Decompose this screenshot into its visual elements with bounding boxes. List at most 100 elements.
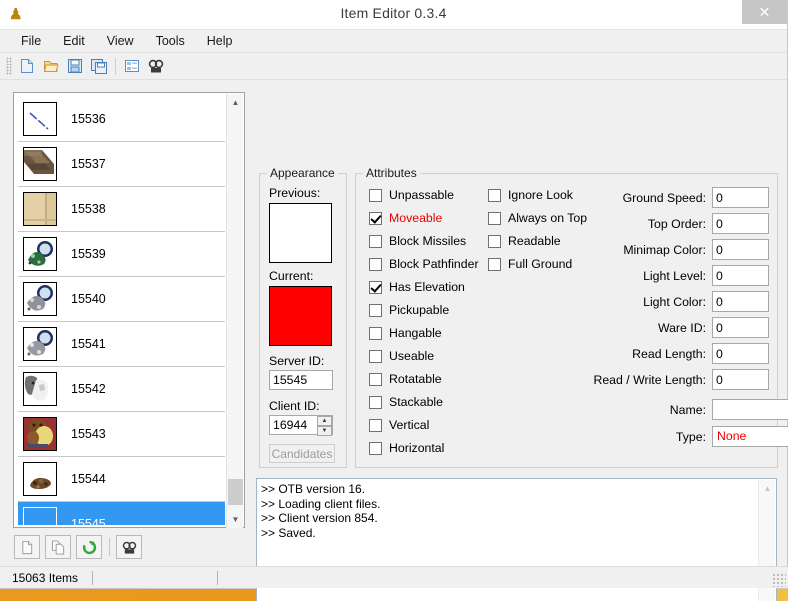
ware-id-input[interactable] [712, 317, 769, 338]
field-light-color: Light Color: [546, 291, 769, 312]
type-combobox[interactable]: None ▼ [712, 426, 788, 447]
light-color-input[interactable] [712, 291, 769, 312]
read-write-length-input[interactable] [712, 369, 769, 390]
checkbox-useable[interactable]: Useable [369, 349, 434, 363]
checkbox-box[interactable] [369, 372, 382, 386]
ground-speed-input[interactable] [712, 187, 769, 208]
checkbox-label: Unpassable [389, 188, 454, 202]
checkbox-box[interactable] [369, 349, 382, 363]
field-ware-id: Ware ID: [546, 317, 769, 338]
new-button[interactable] [15, 55, 39, 78]
list-item[interactable]: 15544 [18, 457, 225, 502]
light-level-input[interactable] [712, 265, 769, 286]
checkbox-moveable[interactable]: Moveable [369, 211, 442, 225]
menu-tools[interactable]: Tools [145, 31, 196, 51]
new-item-button[interactable] [14, 535, 40, 559]
scroll-up-icon[interactable]: ▲ [759, 480, 776, 497]
client-id-spin-buttons[interactable]: ▲ ▼ [317, 416, 332, 436]
checkbox-box[interactable] [369, 257, 382, 271]
creature-bear-sprite [24, 418, 56, 450]
checkbox-label: Has Elevation [389, 280, 465, 294]
menu-help[interactable]: Help [196, 31, 244, 51]
item-list[interactable]: 15536 15537 15538 15539 15540 15541 1554… [18, 97, 225, 525]
desktop-background: ♟ Item Editor 0.3.4 ✕ File Edit View Too… [0, 0, 788, 601]
list-item[interactable]: 15540 [18, 277, 225, 322]
checkbox-box[interactable] [488, 234, 501, 248]
checkbox-box[interactable] [369, 234, 382, 248]
list-item[interactable]: 15543 [18, 412, 225, 457]
checkbox-box[interactable] [369, 211, 382, 225]
checkbox-box[interactable] [369, 303, 382, 317]
checkbox-unpassable[interactable]: Unpassable [369, 188, 454, 202]
checkbox-has-elevation[interactable]: Has Elevation [369, 280, 465, 294]
checkbox-rotatable[interactable]: Rotatable [369, 372, 442, 386]
scroll-down-icon[interactable]: ▼ [227, 511, 244, 528]
checkbox-stackable[interactable]: Stackable [369, 395, 443, 409]
resize-grip[interactable] [772, 573, 786, 587]
properties-button[interactable] [120, 55, 144, 78]
server-id-input[interactable] [269, 370, 333, 390]
title-bar: ♟ Item Editor 0.3.4 ✕ [0, 0, 787, 30]
field-label: Read Length: [632, 346, 706, 361]
list-item[interactable]: 15538 [18, 187, 225, 232]
candidates-button[interactable]: Candidates [269, 444, 335, 463]
duplicate-item-button[interactable] [45, 535, 71, 559]
checkbox-box[interactable] [369, 326, 382, 340]
toolbar-grip[interactable] [6, 57, 12, 75]
scroll-up-icon[interactable]: ▲ [227, 94, 244, 111]
checkbox-vertical[interactable]: Vertical [369, 418, 429, 432]
checkbox-box[interactable] [488, 211, 501, 225]
checkbox-label: Useable [389, 349, 435, 363]
checkbox-box[interactable] [369, 188, 382, 202]
item-id: 15542 [71, 382, 106, 396]
checkbox-box[interactable] [488, 188, 501, 202]
save-button[interactable] [63, 55, 87, 78]
checkbox-block-pathfinder[interactable]: Block Pathfinder [369, 257, 479, 271]
checkbox-box[interactable] [369, 280, 382, 294]
list-item[interactable]: 15541 [18, 322, 225, 367]
menu-view[interactable]: View [96, 31, 145, 51]
checkbox-block-missiles[interactable]: Block Missiles [369, 234, 466, 248]
checkbox-hangable[interactable]: Hangable [369, 326, 442, 340]
scrollbar-thumb[interactable] [228, 479, 243, 505]
appearance-groupbox: Appearance Previous: Current: Server ID:… [259, 166, 347, 468]
checkbox-box[interactable] [488, 257, 501, 271]
checkbox-box[interactable] [369, 418, 382, 432]
list-item[interactable]: 15536 [18, 97, 225, 142]
checkbox-box[interactable] [369, 395, 382, 409]
menu-file[interactable]: File [10, 31, 52, 51]
find-button[interactable] [144, 55, 168, 78]
spin-down-icon[interactable]: ▼ [317, 426, 332, 436]
list-item-selected[interactable]: 15545 [18, 502, 225, 525]
checkbox-label: Pickupable [389, 303, 450, 317]
spin-up-icon[interactable]: ▲ [317, 416, 332, 426]
close-button[interactable]: ✕ [742, 0, 787, 24]
menu-edit[interactable]: Edit [52, 31, 96, 51]
save-as-button[interactable] [87, 55, 111, 78]
list-item[interactable]: 15539 [18, 232, 225, 277]
menu-bar: File Edit View Tools Help [0, 30, 787, 53]
list-item[interactable]: 15542 [18, 367, 225, 412]
client-id-stepper[interactable]: ▲ ▼ [269, 415, 333, 436]
minimap-color-input[interactable] [712, 239, 769, 260]
field-read-write-length: Read / Write Length: [546, 369, 769, 390]
read-length-input[interactable] [712, 343, 769, 364]
type-value: None [717, 429, 747, 443]
status-items-count: 15063 Items [12, 570, 79, 585]
name-input[interactable] [712, 399, 788, 420]
open-button[interactable] [39, 55, 63, 78]
item-list-scrollbar[interactable]: ▲ ▼ [226, 94, 243, 528]
find-item-button[interactable] [116, 535, 142, 559]
checkbox-pickupable[interactable]: Pickupable [369, 303, 449, 317]
item-thumbnail [23, 417, 57, 451]
main-area: 15536 15537 15538 15539 15540 15541 1554… [0, 80, 788, 601]
checkbox-box[interactable] [369, 441, 382, 455]
checkbox-label: Vertical [389, 418, 430, 432]
reload-item-button[interactable] [76, 535, 102, 559]
list-item[interactable]: 15537 [18, 142, 225, 187]
window-title: Item Editor 0.3.4 [340, 5, 447, 21]
toolbar-separator [115, 57, 116, 75]
find-icon [148, 59, 164, 73]
top-order-input[interactable] [712, 213, 769, 234]
checkbox-horizontal[interactable]: Horizontal [369, 441, 444, 455]
